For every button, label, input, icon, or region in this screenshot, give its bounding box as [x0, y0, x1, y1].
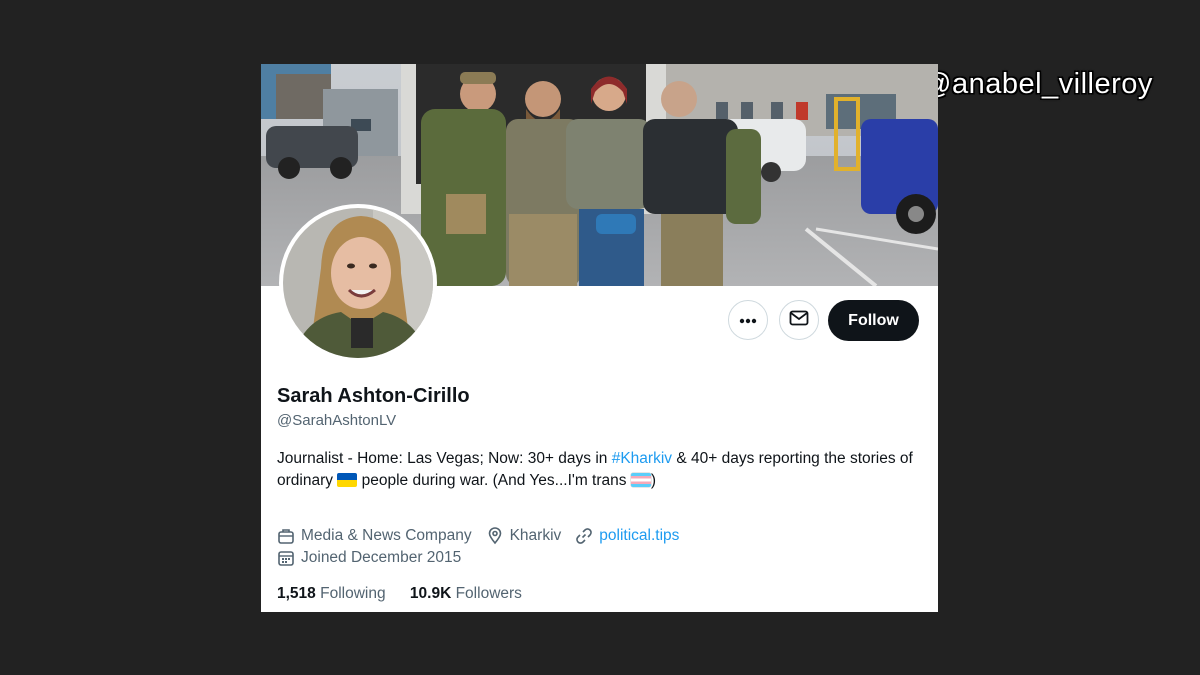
profile-counts: 1,518 Following 10.9K Followers [277, 585, 542, 603]
more-icon [739, 311, 757, 329]
bio-text: ) [650, 472, 656, 489]
following-label: Following [320, 585, 386, 602]
followers-count: 10.9K [409, 585, 452, 602]
bio-text: ordinary [277, 472, 338, 489]
bio-text: & 40+ days reporting the stories of [672, 450, 913, 467]
briefcase-icon [278, 529, 294, 544]
profile-joined-row: Joined December 2015 [277, 549, 475, 567]
followers-label: Followers [455, 585, 522, 602]
followers-link[interactable]: 10.9K Followers [410, 585, 522, 602]
following-link[interactable]: 1,518 Following [277, 585, 386, 602]
profile-name: Sarah Ashton-Cirillo [277, 385, 470, 407]
following-count: 1,518 [277, 585, 316, 602]
category-item: Media & News Company [277, 527, 472, 545]
link-icon [576, 528, 593, 544]
message-button[interactable] [779, 300, 819, 340]
location-item: Kharkiv [486, 527, 562, 545]
joined-label: Joined December 2015 [301, 549, 462, 566]
bio-text: Journalist - Home: Las Vegas; Now: 30+ d… [277, 450, 612, 467]
profile-bio: Journalist - Home: Las Vegas; Now: 30+ d… [277, 448, 917, 492]
joined-item: Joined December 2015 [277, 549, 461, 567]
location-pin-icon [488, 527, 501, 545]
bio-text: people during war. (And Yes...I'm trans [357, 472, 631, 489]
website-item[interactable]: political.tips [575, 527, 679, 545]
website-link[interactable]: political.tips [599, 527, 679, 545]
category-label: Media & News Company [301, 527, 472, 544]
profile-meta-row: Media & News Company Kharkiv political.t… [277, 527, 693, 545]
calendar-icon [278, 551, 294, 566]
follow-button[interactable]: Follow [828, 300, 919, 341]
watermark: @anabel_villeroy [922, 68, 1153, 100]
profile-handle: @SarahAshtonLV [277, 412, 397, 429]
more-options-button[interactable] [728, 300, 768, 340]
location-label: Kharkiv [509, 527, 562, 544]
hashtag-link[interactable]: #Kharkiv [612, 450, 672, 467]
profile-card: Follow Sarah Ashton-Cirillo @SarahAshton… [261, 64, 938, 612]
transgender-flag-icon [630, 473, 651, 487]
profile-avatar[interactable] [279, 204, 437, 362]
ukraine-flag-icon [337, 473, 358, 487]
mail-icon [789, 310, 809, 331]
